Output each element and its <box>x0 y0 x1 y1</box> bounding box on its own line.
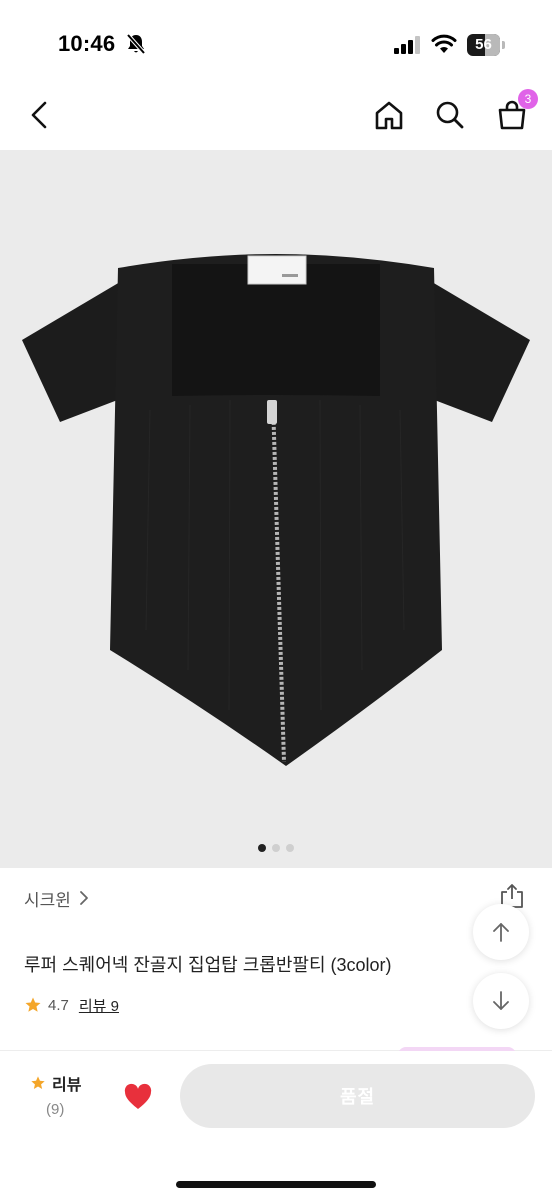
battery-percent: 56 <box>475 36 492 53</box>
home-indicator <box>176 1181 376 1188</box>
sold-out-label: 품절 <box>339 1087 376 1107</box>
home-icon <box>375 101 403 130</box>
cellular-signal-icon <box>394 36 422 54</box>
home-button[interactable] <box>371 97 407 133</box>
left-sleeve <box>22 282 128 422</box>
bottom-action-bar: 리뷰 (9) 품절 <box>0 1051 552 1200</box>
product-title: 루퍼 스퀘어넥 잔골지 집업탑 크롭반팔티 (3color) <box>24 955 392 975</box>
arrow-up-icon <box>493 923 509 942</box>
brand-name: 시크윈 <box>24 890 71 910</box>
review-label: 리뷰 <box>52 1077 82 1094</box>
scroll-up-button[interactable] <box>473 904 529 960</box>
back-button[interactable] <box>22 97 58 133</box>
product-image-gallery[interactable] <box>0 150 552 868</box>
sold-out-button[interactable]: 품절 <box>180 1064 535 1128</box>
product-image <box>22 254 530 766</box>
top-navigation: 3 <box>0 80 552 150</box>
arrow-down-icon <box>493 991 509 1010</box>
review-label-row: 리뷰 <box>30 1071 90 1095</box>
right-sleeve <box>424 282 530 422</box>
rating-row: 4.7 리뷰 9 <box>24 992 119 1018</box>
chevron-right-icon <box>80 891 88 905</box>
gallery-dot-1[interactable] <box>258 844 266 852</box>
chevron-left-icon <box>31 101 47 129</box>
star-icon <box>25 997 41 1012</box>
battery-nub <box>502 41 505 49</box>
zipper-pull <box>267 400 277 424</box>
gallery-dot-2[interactable] <box>272 844 280 852</box>
review-link[interactable]: 리뷰 9 <box>79 995 119 1016</box>
cart-button[interactable]: 3 <box>494 89 538 133</box>
review-summary[interactable]: 리뷰 (9) <box>30 1071 90 1118</box>
gallery-pagination <box>0 844 552 854</box>
gallery-dot-3[interactable] <box>286 844 294 852</box>
neck-label <box>247 255 307 285</box>
scroll-down-button[interactable] <box>473 973 529 1029</box>
search-icon <box>436 101 464 129</box>
brand-link[interactable]: 시크윈 <box>24 884 89 912</box>
star-icon <box>31 1076 45 1089</box>
battery-icon: 56 <box>467 34 505 56</box>
cart-count-badge: 3 <box>518 89 538 109</box>
status-bar: 10:46 56 <box>0 0 552 80</box>
heart-icon <box>124 1083 152 1109</box>
rating-value: 4.7 <box>48 996 69 1014</box>
wishlist-button[interactable] <box>120 1079 156 1115</box>
status-time: 10:46 <box>58 31 116 56</box>
wifi-icon <box>431 34 457 54</box>
bell-off-icon <box>126 33 146 55</box>
search-button[interactable] <box>432 97 468 133</box>
review-count: (9) <box>46 1101 65 1118</box>
